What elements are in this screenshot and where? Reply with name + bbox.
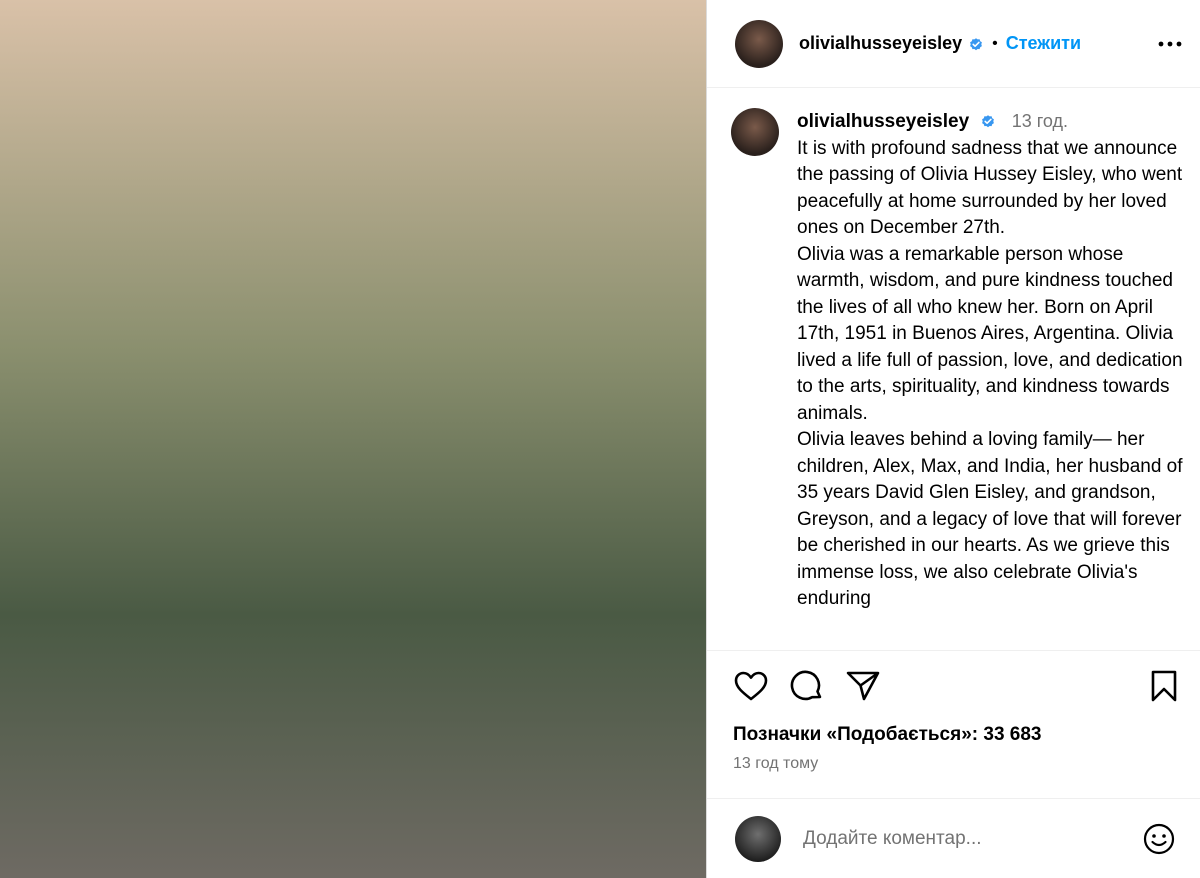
caption-timestamp[interactable]: 13 год.	[1012, 111, 1068, 131]
heart-icon[interactable]	[733, 668, 769, 704]
viewer-avatar	[735, 815, 781, 862]
post-media[interactable]	[0, 0, 707, 878]
comment-box	[707, 798, 1200, 878]
caption-text: olivialhusseyeisley 13 год. It is with p…	[797, 108, 1184, 613]
caption-paragraph: It is with profound sadness that we anno…	[797, 137, 1183, 239]
caption-paragraph: Olivia was a remarkable person whose war…	[797, 243, 1183, 424]
caption: olivialhusseyeisley 13 год. It is with p…	[731, 108, 1184, 613]
author-username[interactable]: olivialhusseyeisley	[799, 33, 962, 54]
share-icon[interactable]	[845, 668, 881, 704]
post-side-panel: olivialhusseyeisley • Стежити olivialhus…	[707, 0, 1200, 878]
caption-author-avatar[interactable]	[731, 108, 779, 156]
post-dialog: olivialhusseyeisley • Стежити olivialhus…	[0, 0, 1200, 878]
comment-input[interactable]	[801, 826, 1142, 851]
separator-dot: •	[992, 34, 998, 52]
comment-icon[interactable]	[789, 668, 825, 704]
more-options-icon[interactable]	[1156, 30, 1184, 58]
verified-badge-icon	[968, 36, 984, 52]
emoji-icon[interactable]	[1142, 822, 1176, 856]
follow-button[interactable]: Стежити	[1006, 33, 1081, 54]
bookmark-icon[interactable]	[1146, 668, 1182, 704]
caption-username[interactable]: olivialhusseyeisley	[797, 111, 969, 132]
post-photo	[0, 0, 706, 878]
verified-badge-icon	[980, 113, 996, 129]
action-bar	[707, 651, 1200, 721]
author-avatar[interactable]	[735, 19, 783, 68]
post-timestamp[interactable]: 13 год тому	[707, 749, 1200, 779]
post-header: olivialhusseyeisley • Стежити	[707, 0, 1200, 88]
caption-area[interactable]: olivialhusseyeisley 13 год. It is with p…	[707, 88, 1200, 651]
likes-count[interactable]: Позначки «Подобається»: 33 683	[707, 721, 1200, 749]
caption-paragraph: Olivia leaves behind a loving family— he…	[797, 429, 1183, 609]
